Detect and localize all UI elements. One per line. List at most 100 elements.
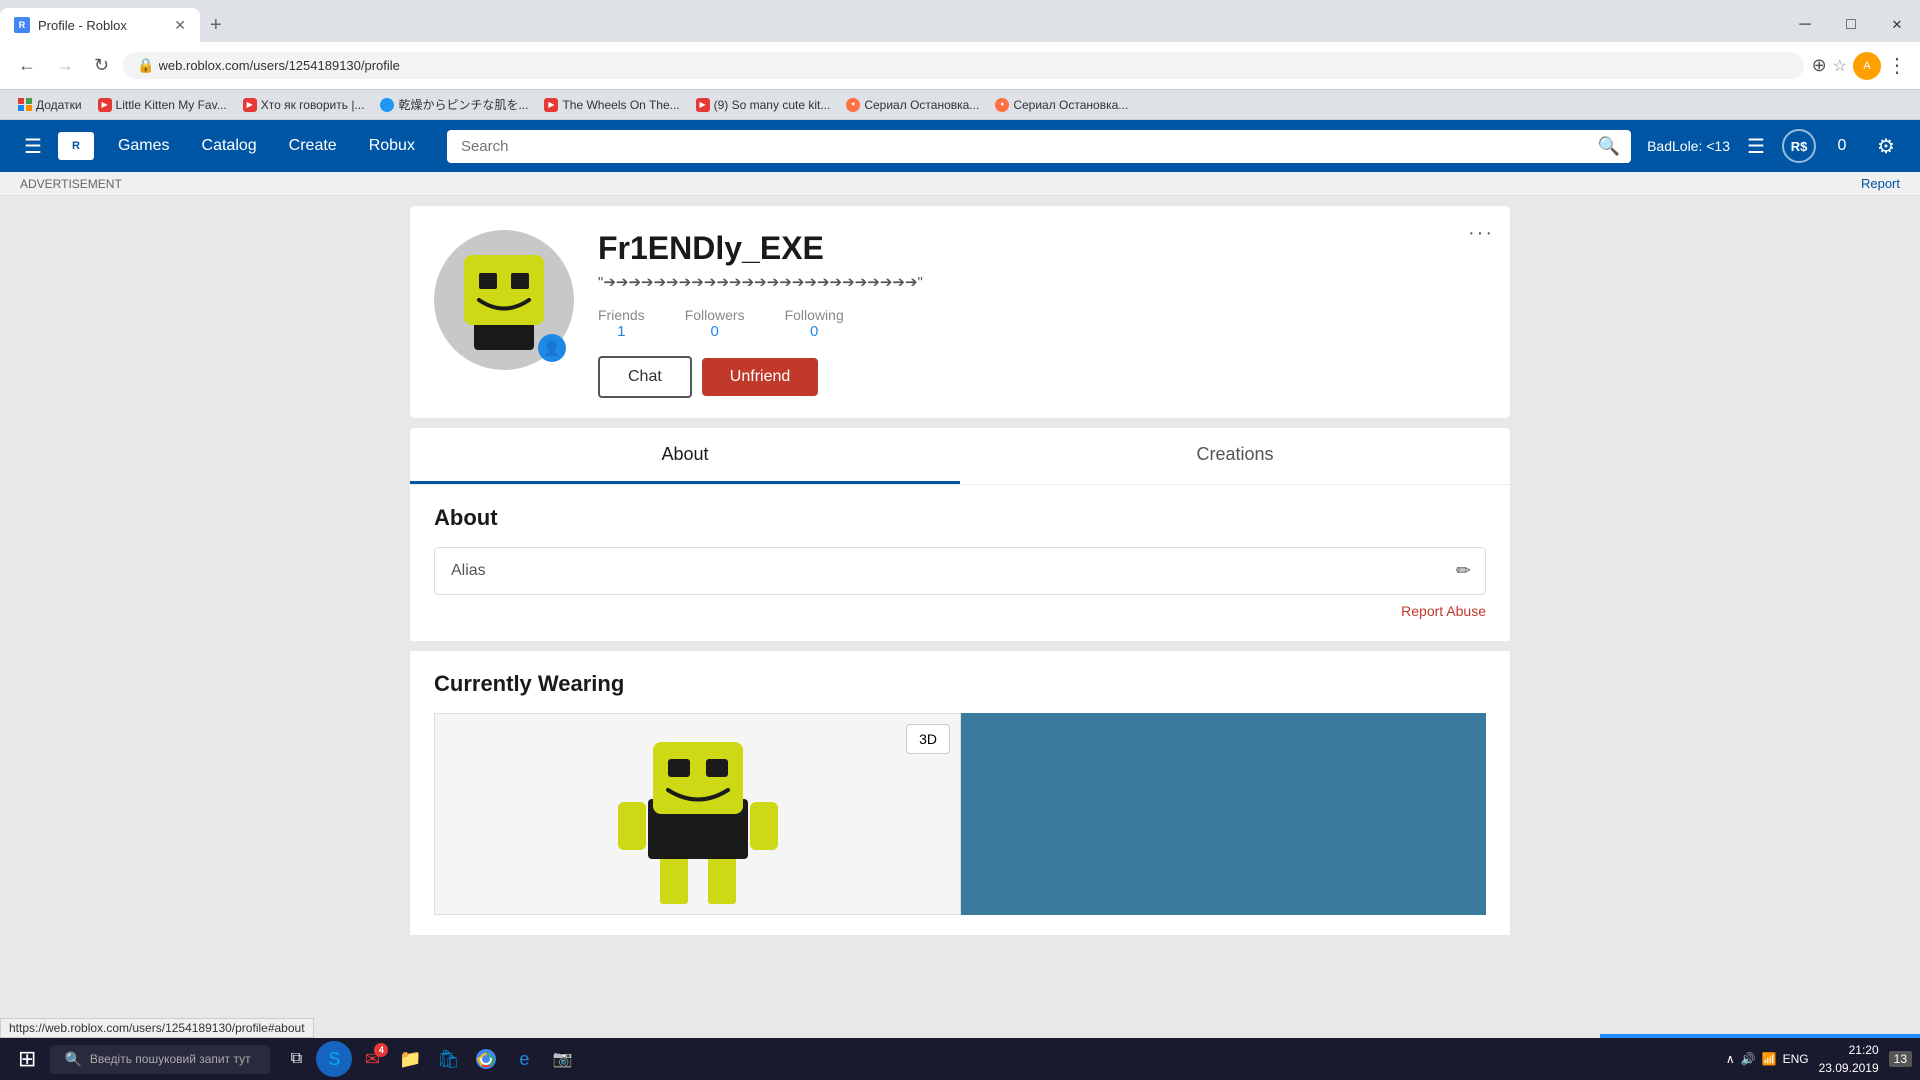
language-label: ENG — [1783, 1052, 1809, 1066]
taskbar-clock[interactable]: 21:20 23.09.2019 — [1819, 1041, 1879, 1077]
robux-nav-link[interactable]: Robux — [353, 120, 431, 172]
alias-box: Alias ✏ — [434, 547, 1486, 595]
bookmark-4[interactable]: ▶ The Wheels On The... — [538, 96, 685, 114]
files-icon-button[interactable]: 📁 — [392, 1041, 428, 1077]
followers-label: Followers — [685, 307, 745, 323]
bookmark-star-icon[interactable]: ☆ — [1833, 56, 1847, 76]
avatar-badge-icon: 👤 — [543, 340, 560, 357]
tab-bar: R Profile - Roblox ✕ + ─ □ ✕ — [0, 0, 1920, 42]
wifi-icon[interactable]: 📶 — [1762, 1052, 1777, 1066]
tray-arrow-icon[interactable]: ∧ — [1726, 1052, 1735, 1066]
address-input[interactable] — [159, 58, 1790, 73]
bookmark-yt-icon: ▶ — [98, 98, 112, 112]
3d-button[interactable]: 3D — [906, 724, 950, 754]
bookmark-7[interactable]: ♦ Сериал Остановка... — [989, 96, 1134, 114]
chat-nav-icon-button[interactable]: ☰ — [1738, 128, 1774, 164]
task-view-button[interactable]: ⧉ — [278, 1041, 314, 1077]
search-input[interactable] — [447, 130, 1631, 163]
followers-stat: Followers 0 — [685, 307, 745, 340]
bookmark-3-label: 乾燥からピンチな肌を... — [398, 96, 528, 113]
robux-nav-icon-button[interactable]: R$ — [1782, 129, 1816, 163]
taskbar-icons: ⧉ S ✉ 4 📁 🛍 e 📷 — [278, 1041, 580, 1077]
taskbar-search-placeholder: Введіть пошуковий запит тут — [90, 1052, 251, 1066]
bookmark-5[interactable]: ▶ (9) So many cute kit... — [690, 96, 837, 114]
skype-icon-button[interactable]: S — [316, 1041, 352, 1077]
url-bar-right: ⊕ ☆ A ⋮ — [1812, 52, 1908, 80]
maximize-button[interactable]: □ — [1828, 8, 1874, 42]
back-button[interactable]: ← — [12, 51, 42, 80]
tab-about[interactable]: About — [410, 428, 960, 484]
report-link[interactable]: Report — [1861, 176, 1900, 191]
bookmark-globe-icon — [380, 98, 394, 112]
about-title: About — [434, 505, 1486, 531]
bookmark-apps[interactable]: Додатки — [12, 96, 88, 114]
bookmark-6[interactable]: ♦ Сериал Остановка... — [840, 96, 985, 114]
camera-icon-button[interactable]: 📷 — [544, 1041, 580, 1077]
translate-icon[interactable]: ⊕ — [1812, 55, 1827, 76]
bookmark-5-label: (9) So many cute kit... — [714, 98, 831, 112]
bottom-url-bar: https://web.roblox.com/users/1254189130/… — [0, 1018, 314, 1038]
profile-card: ··· — [410, 206, 1510, 418]
tab-close-button[interactable]: ✕ — [174, 17, 186, 34]
notifications-nav-button[interactable]: 0 — [1824, 128, 1860, 164]
search-button[interactable]: 🔍 — [1587, 130, 1631, 163]
bookmark-3[interactable]: 乾燥からピンチな肌を... — [374, 94, 534, 115]
roblox-logo[interactable]: R — [58, 132, 94, 160]
tab-favicon: R — [14, 17, 30, 33]
mail-icon-button[interactable]: ✉ 4 — [354, 1041, 390, 1077]
create-nav-link[interactable]: Create — [273, 120, 353, 172]
wearing-title: Currently Wearing — [434, 671, 1486, 697]
alias-label: Alias — [451, 562, 486, 579]
menu-dots-icon[interactable]: ⋮ — [1887, 53, 1908, 78]
following-count[interactable]: 0 — [785, 323, 844, 340]
system-tray-icons: ∧ 🔊 📶 ENG — [1726, 1052, 1809, 1066]
close-button[interactable]: ✕ — [1874, 8, 1920, 42]
reload-button[interactable]: ↻ — [88, 51, 115, 80]
unfriend-button[interactable]: Unfriend — [702, 358, 818, 396]
games-nav-link[interactable]: Games — [102, 120, 186, 172]
nav-avatar[interactable]: A — [1853, 52, 1881, 80]
bookmark-2[interactable]: ▶ Хто як говорить |... — [237, 96, 371, 114]
edge-icon-button[interactable]: e — [506, 1041, 542, 1077]
catalog-nav-link[interactable]: Catalog — [186, 120, 273, 172]
bookmark-4-label: The Wheels On The... — [562, 98, 679, 112]
forward-button[interactable]: → — [50, 51, 80, 80]
clock-date: 23.09.2019 — [1819, 1059, 1879, 1077]
page-content: ADVERTISEMENT Report ··· — [0, 172, 1920, 935]
store-icon-button[interactable]: 🛍 — [430, 1041, 466, 1077]
search-bar-container: 🔍 — [447, 130, 1631, 163]
tabs-row: About Creations — [410, 428, 1510, 484]
bookmarks-bar: Додатки ▶ Little Kitten My Fav... ▶ Хто … — [0, 90, 1920, 120]
taskbar-search-box[interactable]: 🔍 Введіть пошуковий запит тут — [50, 1045, 270, 1074]
roblox-logo-text: R — [72, 140, 80, 152]
notification-count-badge[interactable]: 13 — [1889, 1051, 1912, 1067]
settings-nav-button[interactable]: ⚙ — [1868, 128, 1904, 164]
window-controls: ─ □ ✕ — [1782, 8, 1920, 42]
lock-icon: 🔒 — [137, 57, 154, 74]
profile-more-button[interactable]: ··· — [1468, 222, 1494, 245]
bookmark-yt2-icon: ▶ — [243, 98, 257, 112]
taskbar: ⊞ 🔍 Введіть пошуковий запит тут ⧉ S ✉ 4 … — [0, 1038, 1920, 1080]
start-button[interactable]: ⊞ — [8, 1042, 46, 1076]
volume-icon[interactable]: 🔊 — [1741, 1052, 1756, 1066]
bookmark-1[interactable]: ▶ Little Kitten My Fav... — [92, 96, 233, 114]
profile-username: Fr1ENDly_EXE — [598, 230, 1486, 267]
address-bar: ← → ↻ 🔒 ⊕ ☆ A ⋮ — [0, 42, 1920, 90]
bottom-url-text: https://web.roblox.com/users/1254189130/… — [9, 1021, 305, 1035]
friends-count[interactable]: 1 — [598, 323, 645, 340]
tab-creations[interactable]: Creations — [960, 428, 1510, 484]
following-stat: Following 0 — [785, 307, 844, 340]
active-tab[interactable]: R Profile - Roblox ✕ — [0, 8, 200, 42]
hamburger-menu-button[interactable]: ☰ — [16, 126, 50, 167]
followers-count[interactable]: 0 — [685, 323, 745, 340]
bookmark-apps-label: Додатки — [36, 98, 82, 112]
chrome-icon-button[interactable] — [468, 1041, 504, 1077]
new-tab-button[interactable]: + — [200, 10, 232, 41]
report-abuse-link[interactable]: Report Abuse — [1401, 603, 1486, 619]
wearing-content: 3D — [434, 713, 1486, 915]
bookmark-6-label: Сериал Остановка... — [864, 98, 979, 112]
chat-button[interactable]: Chat — [598, 356, 692, 398]
report-abuse-container: Report Abuse — [434, 603, 1486, 621]
edit-icon[interactable]: ✏ — [1456, 561, 1471, 582]
minimize-button[interactable]: ─ — [1782, 8, 1828, 42]
